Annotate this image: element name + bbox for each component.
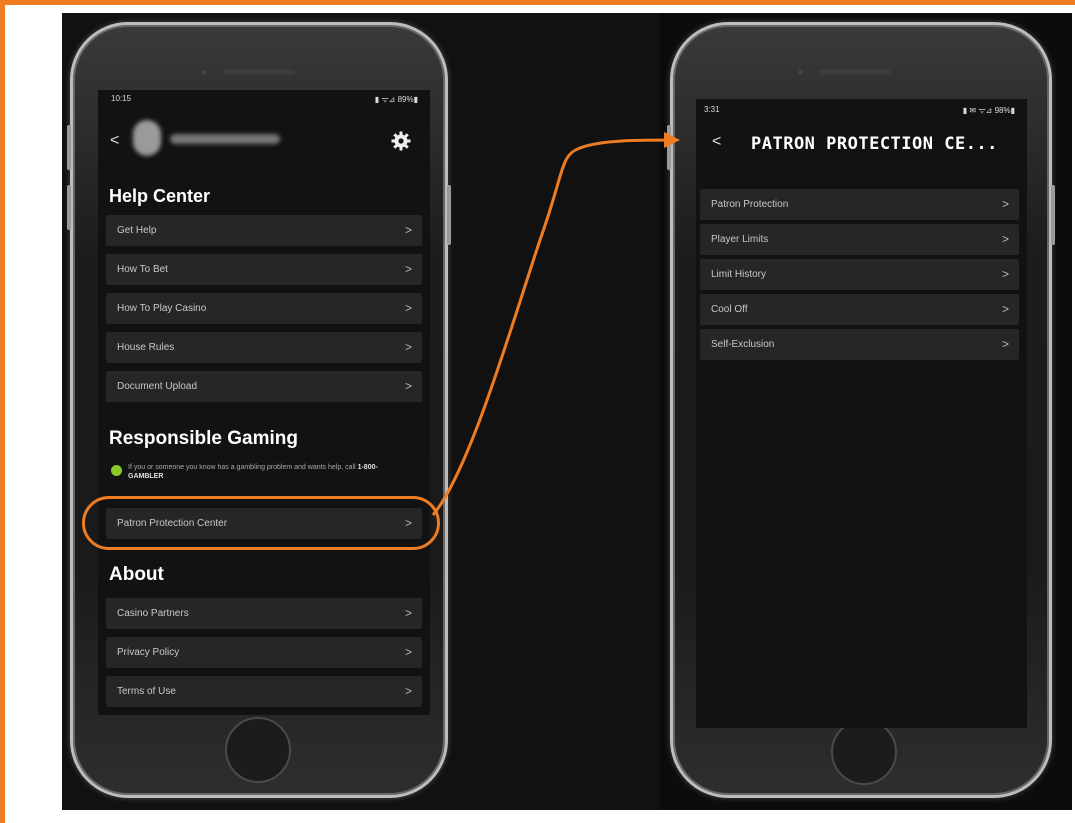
- about-item-casino-partners[interactable]: Casino Partners >: [106, 598, 422, 629]
- status-time: 3:31: [704, 105, 720, 114]
- chevron-right-icon: >: [404, 379, 412, 393]
- back-button[interactable]: <: [712, 133, 721, 151]
- back-button[interactable]: <: [110, 132, 119, 150]
- chevron-left-icon: <: [712, 133, 722, 150]
- item-label: Cool Off: [711, 304, 748, 315]
- chevron-right-icon: >: [404, 262, 412, 276]
- help-item-how-to-play-casino[interactable]: How To Play Casino >: [106, 293, 422, 324]
- item-label: Self-Exclusion: [711, 339, 775, 350]
- status-icons: ▮ ᯤ⊿ 89%▮: [374, 95, 418, 104]
- help-item-how-to-bet[interactable]: How To Bet >: [106, 254, 422, 285]
- menu-item-cool-off[interactable]: Cool Off >: [700, 294, 1019, 325]
- camera: [798, 70, 803, 75]
- page-title: PATRON PROTECTION CE...: [751, 134, 998, 154]
- chevron-left-icon: <: [110, 132, 120, 149]
- chevron-right-icon: >: [404, 606, 412, 620]
- chevron-right-icon: >: [1001, 302, 1009, 316]
- settings-button[interactable]: [391, 131, 413, 153]
- item-label: Limit History: [711, 269, 767, 280]
- menu-item-patron-protection[interactable]: Patron Protection >: [700, 189, 1019, 220]
- about-item-terms-of-use[interactable]: Terms of Use >: [106, 676, 422, 707]
- item-label: House Rules: [117, 342, 175, 353]
- item-label: How To Play Casino: [117, 303, 207, 314]
- home-button[interactable]: [831, 719, 897, 785]
- menu-item-limit-history[interactable]: Limit History >: [700, 259, 1019, 290]
- item-label: Terms of Use: [117, 686, 176, 697]
- left-screen: 10:15 ▮ ᯤ⊿ 89%▮ < Help Center Get Help > …: [98, 90, 430, 715]
- chevron-right-icon: >: [404, 645, 412, 659]
- volume-button: [67, 185, 71, 230]
- chevron-right-icon: >: [1001, 232, 1009, 246]
- about-item-privacy-policy[interactable]: Privacy Policy >: [106, 637, 422, 668]
- item-label: Patron Protection: [711, 199, 789, 210]
- chevron-right-icon: >: [404, 684, 412, 698]
- status-icons: ▮ ✉ ᯤ⊿ 98%▮: [962, 106, 1015, 115]
- item-label: Privacy Policy: [117, 647, 180, 658]
- speaker: [223, 69, 295, 75]
- chevron-right-icon: >: [404, 301, 412, 315]
- left-phone: 10:15 ▮ ᯤ⊿ 89%▮ < Help Center Get Help > …: [67, 22, 451, 798]
- chevron-right-icon: >: [1001, 337, 1009, 351]
- help-item-get-help[interactable]: Get Help >: [106, 215, 422, 246]
- status-time: 10:15: [111, 94, 132, 103]
- chevron-right-icon: >: [1001, 267, 1009, 281]
- gear-icon: [391, 131, 411, 151]
- home-button[interactable]: [225, 717, 291, 783]
- highlight-ring: [82, 496, 440, 550]
- help-center-heading: Help Center: [109, 186, 211, 206]
- help-item-document-upload[interactable]: Document Upload >: [106, 371, 422, 402]
- item-label: Get Help: [117, 225, 157, 236]
- about-heading: About: [109, 564, 164, 585]
- camera: [201, 70, 206, 75]
- power-button: [1051, 185, 1055, 245]
- item-label: Casino Partners: [117, 608, 189, 619]
- menu-item-self-exclusion[interactable]: Self-Exclusion >: [700, 329, 1019, 360]
- help-item-house-rules[interactable]: House Rules >: [106, 332, 422, 363]
- item-label: Player Limits: [711, 234, 769, 245]
- chevron-right-icon: >: [1001, 197, 1009, 211]
- username-blurred: [170, 134, 280, 144]
- item-label: How To Bet: [117, 264, 168, 275]
- volume-button: [67, 125, 71, 170]
- helpline-icon: [111, 465, 122, 476]
- menu-item-player-limits[interactable]: Player Limits >: [700, 224, 1019, 255]
- responsible-gaming-notice: If you or someone you know has a gamblin…: [128, 463, 408, 481]
- item-label: Document Upload: [117, 381, 198, 392]
- responsible-gaming-heading: Responsible Gaming: [109, 428, 298, 449]
- right-phone: 3:31 ▮ ✉ ᯤ⊿ 98%▮ < PATRON PROTECTION CE.…: [667, 22, 1055, 798]
- chevron-right-icon: >: [404, 340, 412, 354]
- speaker: [819, 69, 891, 75]
- volume-button: [667, 125, 671, 170]
- notice-text: If you or someone you know has a gamblin…: [128, 464, 358, 471]
- chevron-right-icon: >: [404, 223, 412, 237]
- avatar: [133, 120, 161, 156]
- right-screen: 3:31 ▮ ✉ ᯤ⊿ 98%▮ < PATRON PROTECTION CE.…: [696, 99, 1027, 728]
- power-button: [447, 185, 451, 245]
